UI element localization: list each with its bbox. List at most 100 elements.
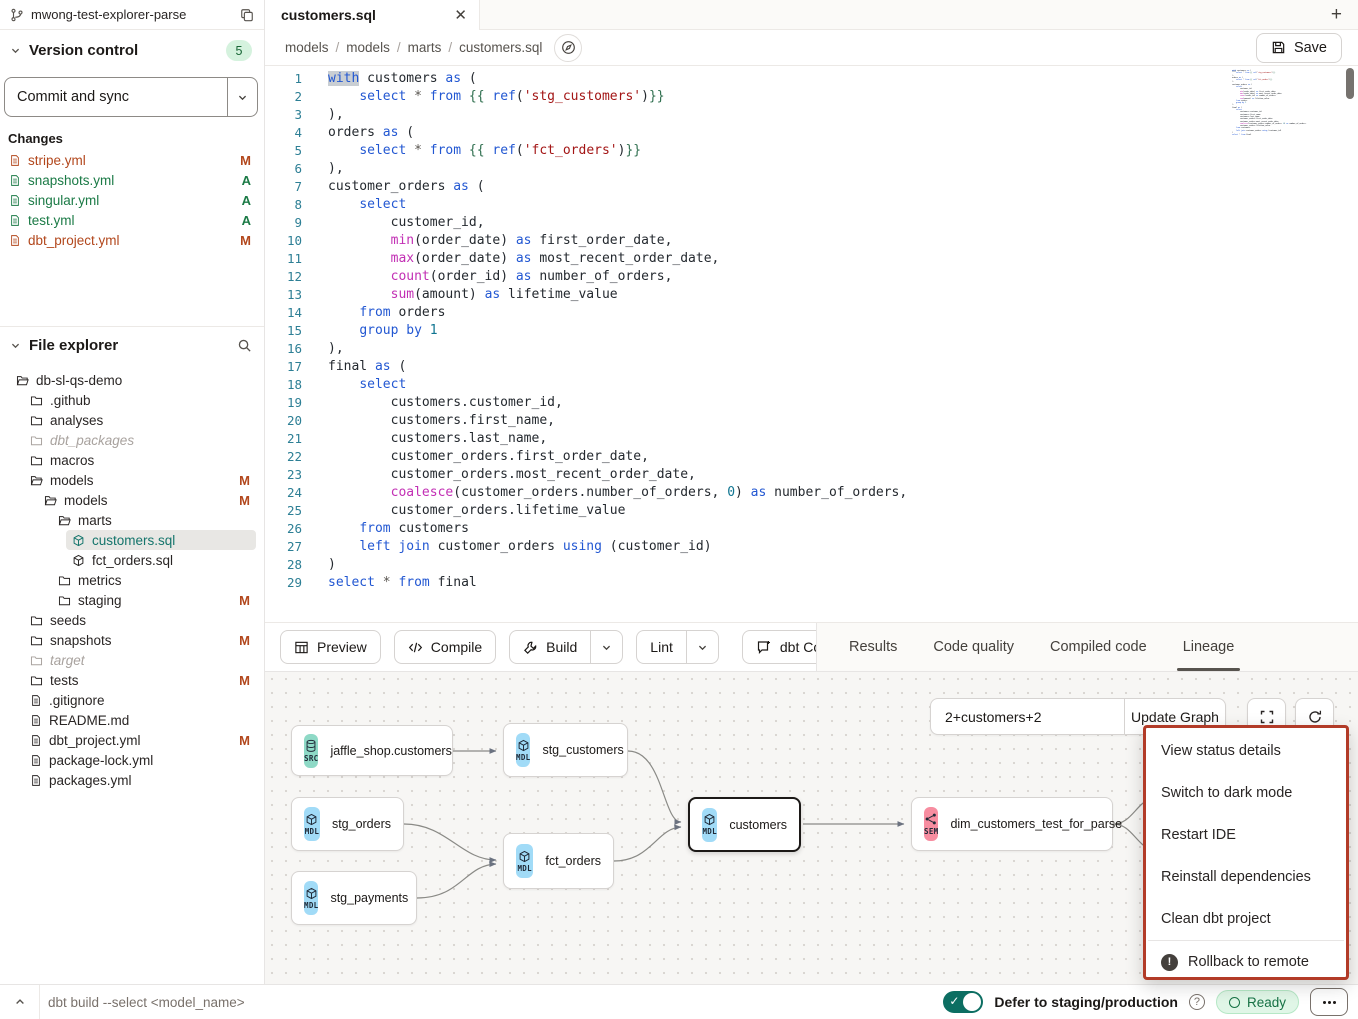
- lineage-node-dim-customers-test-for-parse[interactable]: SEMdim_customers_test_for_parse: [911, 797, 1113, 851]
- code-line[interactable]: 17final as (: [265, 358, 1358, 376]
- commit-and-sync-label[interactable]: Commit and sync: [5, 78, 227, 116]
- code-line[interactable]: 9 customer_id,: [265, 214, 1358, 232]
- tree-item-models[interactable]: modelsM: [38, 490, 256, 510]
- tree-item-packages-yml[interactable]: packages.yml: [24, 770, 256, 790]
- more-options-button[interactable]: [1310, 988, 1348, 1016]
- menu-item-reinstall-dependencies[interactable]: Reinstall dependencies: [1146, 856, 1346, 898]
- code-editor[interactable]: 1with customers as (2 select * from {{ r…: [265, 66, 1358, 622]
- changed-file-row[interactable]: singular.ymlA: [0, 190, 264, 210]
- code-line[interactable]: 2 select * from {{ ref('stg_customers')}…: [265, 88, 1358, 106]
- tab-customers-sql[interactable]: customers.sql ✕: [265, 0, 480, 30]
- lint-button[interactable]: Lint: [637, 631, 686, 663]
- selector-input[interactable]: 2+customers+2: [931, 699, 1124, 734]
- tree-item-readme-md[interactable]: README.md: [24, 710, 256, 730]
- tree-item-package-lock-yml[interactable]: package-lock.yml: [24, 750, 256, 770]
- code-line[interactable]: 7customer_orders as (: [265, 178, 1358, 196]
- commit-and-sync-button[interactable]: Commit and sync: [4, 77, 258, 117]
- tree-item-db-sl-qs-demo[interactable]: db-sl-qs-demo: [10, 370, 256, 390]
- code-line[interactable]: 16),: [265, 340, 1358, 358]
- tree-item-marts[interactable]: marts: [52, 510, 256, 530]
- menu-item-rollback-to-remote[interactable]: ! Rollback to remote: [1146, 941, 1346, 983]
- lineage-node-stg-payments[interactable]: MDLstg_payments: [291, 871, 417, 925]
- search-icon[interactable]: [237, 338, 252, 353]
- new-tab-icon[interactable]: +: [1331, 5, 1342, 24]
- menu-item-restart-ide[interactable]: Restart IDE: [1146, 814, 1346, 856]
- tab-lineage[interactable]: Lineage: [1183, 623, 1235, 671]
- code-line[interactable]: 21 customers.last_name,: [265, 430, 1358, 448]
- copy-icon[interactable]: [240, 8, 254, 22]
- code-line[interactable]: 24 coalesce(customer_orders.number_of_or…: [265, 484, 1358, 502]
- code-line[interactable]: 12 count(order_id) as number_of_orders,: [265, 268, 1358, 286]
- command-input[interactable]: [48, 995, 943, 1010]
- tree-item-tests[interactable]: testsM: [24, 670, 256, 690]
- changed-file-row[interactable]: stripe.ymlM: [0, 150, 264, 170]
- code-line[interactable]: 26 from customers: [265, 520, 1358, 538]
- menu-item-switch-to-dark-mode[interactable]: Switch to dark mode: [1146, 772, 1346, 814]
- defer-toggle[interactable]: ✓: [943, 991, 983, 1013]
- breadcrumb-item[interactable]: models: [285, 40, 329, 55]
- build-options-dropdown[interactable]: [590, 631, 622, 663]
- lint-options-dropdown[interactable]: [686, 631, 718, 663]
- tree-item-staging[interactable]: stagingM: [52, 590, 256, 610]
- code-line[interactable]: 11 max(order_date) as most_recent_order_…: [265, 250, 1358, 268]
- code-line[interactable]: 20 customers.first_name,: [265, 412, 1358, 430]
- tree-item-seeds[interactable]: seeds: [24, 610, 256, 630]
- lineage-node-jaffle-shop-customers[interactable]: SRCjaffle_shop.customers: [291, 725, 453, 776]
- close-tab-icon[interactable]: ✕: [454, 6, 467, 24]
- compass-icon[interactable]: [554, 34, 582, 62]
- breadcrumb-item[interactable]: marts: [408, 40, 442, 55]
- code-line[interactable]: 22 customer_orders.first_order_date,: [265, 448, 1358, 466]
- tree-item--gitignore[interactable]: .gitignore: [24, 690, 256, 710]
- code-line[interactable]: 19 customers.customer_id,: [265, 394, 1358, 412]
- tab-code-quality[interactable]: Code quality: [933, 623, 1014, 671]
- tree-item--github[interactable]: .github: [24, 390, 256, 410]
- status-ready-badge[interactable]: Ready: [1216, 990, 1299, 1014]
- code-line[interactable]: 8 select: [265, 196, 1358, 214]
- code-line[interactable]: 15 group by 1: [265, 322, 1358, 340]
- help-icon[interactable]: ?: [1189, 994, 1205, 1010]
- tree-item-target[interactable]: target: [24, 650, 256, 670]
- lineage-node-stg-customers[interactable]: MDLstg_customers: [503, 723, 628, 777]
- tree-item-analyses[interactable]: analyses: [24, 410, 256, 430]
- editor-scrollbar[interactable]: [1346, 68, 1354, 99]
- tree-item-fct-orders-sql[interactable]: fct_orders.sql: [66, 550, 256, 570]
- tree-item-models[interactable]: modelsM: [24, 470, 256, 490]
- tab-compiled-code[interactable]: Compiled code: [1050, 623, 1147, 671]
- breadcrumb-item[interactable]: customers.sql: [459, 40, 542, 55]
- lineage-node-fct-orders[interactable]: MDLfct_orders: [503, 833, 614, 889]
- changed-file-row[interactable]: dbt_project.ymlM: [0, 230, 264, 250]
- code-line[interactable]: 13 sum(amount) as lifetime_value: [265, 286, 1358, 304]
- tree-item-dbt-packages[interactable]: dbt_packages: [24, 430, 256, 450]
- lineage-node-customers[interactable]: MDLcustomers: [688, 797, 801, 852]
- code-line[interactable]: 27 left join customer_orders using (cust…: [265, 538, 1358, 556]
- code-line[interactable]: 4orders as (: [265, 124, 1358, 142]
- changed-file-row[interactable]: test.ymlA: [0, 210, 264, 230]
- code-line[interactable]: 5 select * from {{ ref('fct_orders')}}: [265, 142, 1358, 160]
- compile-button[interactable]: Compile: [394, 630, 496, 664]
- code-line[interactable]: 23 customer_orders.most_recent_order_dat…: [265, 466, 1358, 484]
- tree-item-metrics[interactable]: metrics: [52, 570, 256, 590]
- code-line[interactable]: 6),: [265, 160, 1358, 178]
- menu-item-view-status-details[interactable]: View status details: [1146, 730, 1346, 772]
- code-line[interactable]: 18 select: [265, 376, 1358, 394]
- code-line[interactable]: 10 min(order_date) as first_order_date,: [265, 232, 1358, 250]
- file-explorer-header[interactable]: File explorer: [0, 327, 264, 362]
- code-line[interactable]: 3),: [265, 106, 1358, 124]
- breadcrumb-item[interactable]: models: [346, 40, 390, 55]
- build-button[interactable]: Build: [510, 631, 590, 663]
- menu-item-clean-dbt-project[interactable]: Clean dbt project: [1146, 898, 1346, 940]
- code-line[interactable]: 28): [265, 556, 1358, 574]
- collapse-panel-icon[interactable]: [0, 985, 40, 1019]
- tree-item-dbt-project-yml[interactable]: dbt_project.ymlM: [24, 730, 256, 750]
- commit-options-dropdown[interactable]: [227, 78, 257, 116]
- lineage-node-stg-orders[interactable]: MDLstg_orders: [291, 797, 404, 851]
- code-line[interactable]: 1with customers as (: [265, 70, 1358, 88]
- changed-file-row[interactable]: snapshots.ymlA: [0, 170, 264, 190]
- tree-item-customers-sql[interactable]: customers.sql: [66, 530, 256, 550]
- version-control-header[interactable]: Version control 5: [0, 30, 264, 69]
- preview-button[interactable]: Preview: [280, 630, 381, 664]
- code-line[interactable]: 14 from orders: [265, 304, 1358, 322]
- code-line[interactable]: 25 customer_orders.lifetime_value: [265, 502, 1358, 520]
- tree-item-snapshots[interactable]: snapshotsM: [24, 630, 256, 650]
- tab-results[interactable]: Results: [849, 623, 897, 671]
